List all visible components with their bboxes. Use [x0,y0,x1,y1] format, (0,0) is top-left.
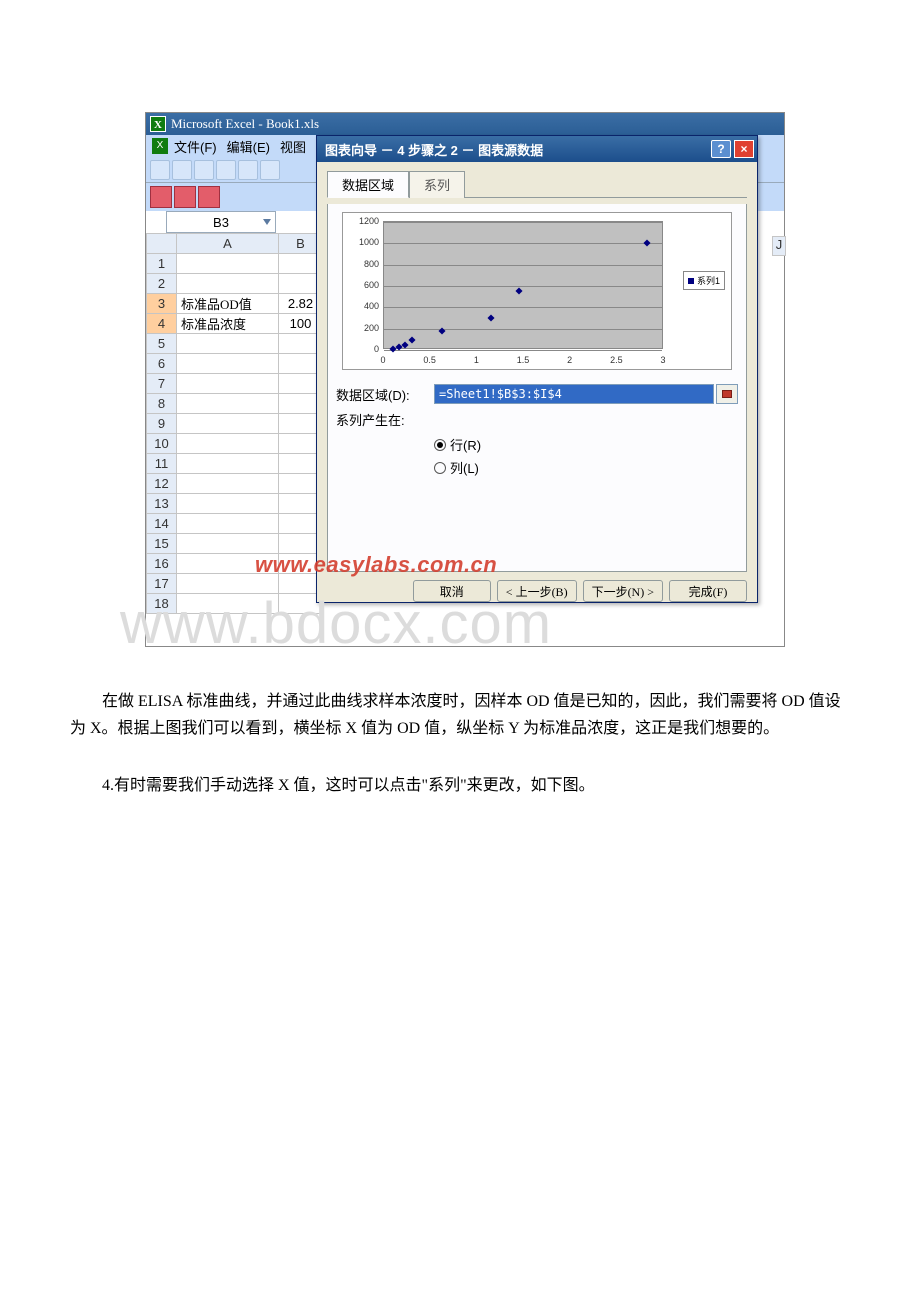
data-point [516,288,523,295]
tab-data-range[interactable]: 数据区域 [327,171,409,198]
name-box[interactable]: B3 [166,211,276,233]
row-header[interactable]: 12 [147,474,177,494]
grid-corner[interactable] [147,234,177,254]
finish-button[interactable]: 完成(F) [669,580,747,602]
dialog-buttons: 取消 < 上一步(B) 下一步(N) > 完成(F) [327,580,747,602]
row-header[interactable]: 14 [147,514,177,534]
row-header[interactable]: 11 [147,454,177,474]
y-tick: 1000 [351,237,379,247]
row-header[interactable]: 9 [147,414,177,434]
x-tick: 1.5 [517,355,530,365]
dialog-tabs: 数据区域 系列 [327,170,747,198]
paragraph-1: 在做 ELISA 标准曲线，并通过此曲线求样本浓度时，因样本 OD 值是已知的，… [70,688,850,742]
next-button[interactable]: 下一步(N) > [583,580,663,602]
x-tick: 3 [660,355,665,365]
range-label: 数据区域(D): [336,385,434,404]
row-header[interactable]: 7 [147,374,177,394]
paragraph-2: 4.有时需要我们手动选择 X 值，这时可以点击"系列"来更改，如下图。 [70,772,850,799]
chart-wizard-dialog: 图表向导 － 4 步骤之 2 － 图表源数据 ? × 数据区域 系列 系列1 0… [316,135,758,603]
tab-panel: 系列1 0 200 400 600 800 1000 1200 0 0.5 1 1.5 2 2.5 3 数… [327,204,747,572]
radio-col-option[interactable]: 列(L) [434,458,738,477]
row-header[interactable]: 13 [147,494,177,514]
y-tick: 200 [351,323,379,333]
tb-open-icon[interactable] [172,160,192,180]
series-in-label: 系列产生在: [336,410,434,429]
cell-a4[interactable]: 标准品浓度 [177,314,279,334]
tb-spell-icon[interactable] [260,160,280,180]
y-tick: 800 [351,259,379,269]
plot-area [383,221,663,349]
row-header[interactable]: 1 [147,254,177,274]
y-tick: 0 [351,344,379,354]
chart-legend: 系列1 [683,271,725,290]
row-header[interactable]: 6 [147,354,177,374]
excel-icon: X [150,116,166,132]
x-tick: 2.5 [610,355,623,365]
dialog-title: 图表向导 － 4 步骤之 2 － 图表源数据 [325,140,543,159]
menu-edit[interactable]: 编辑(E) [227,137,270,156]
excel-titlebar: X Microsoft Excel - Book1.xls [146,113,784,135]
menubar-icon: X [152,138,168,154]
tb-print-icon[interactable] [216,160,236,180]
data-point [644,240,651,247]
data-point [488,314,495,321]
range-picker-icon [722,390,732,398]
tb2-icon-1[interactable] [150,186,172,208]
close-button[interactable]: × [734,140,754,158]
tab-series[interactable]: 系列 [409,171,465,198]
radio-icon [434,439,446,451]
row-header[interactable]: 18 [147,594,177,614]
dialog-titlebar[interactable]: 图表向导 － 4 步骤之 2 － 图表源数据 ? × [317,136,757,162]
chart-preview: 系列1 0 200 400 600 800 1000 1200 0 0.5 1 1.5 2 2.5 3 [342,212,732,370]
help-button[interactable]: ? [711,140,731,158]
data-point [408,337,415,344]
tb2-icon-3[interactable] [198,186,220,208]
y-tick: 600 [351,280,379,290]
cell-a3[interactable]: 标准品OD值 [177,294,279,314]
row-header[interactable]: 17 [147,574,177,594]
y-tick: 400 [351,301,379,311]
watermark-easylabs: www.easylabs.com.cn [255,552,497,578]
menu-file[interactable]: 文件(F) [174,137,217,156]
range-picker-button[interactable] [716,384,738,404]
col-header-j[interactable]: J [772,236,786,256]
row-header[interactable]: 3 [147,294,177,314]
row-header[interactable]: 15 [147,534,177,554]
tb-new-icon[interactable] [150,160,170,180]
radio-icon [434,462,446,474]
x-tick: 0 [380,355,385,365]
x-tick: 2 [567,355,572,365]
row-header[interactable]: 5 [147,334,177,354]
tb-save-icon[interactable] [194,160,214,180]
legend-swatch [688,278,694,284]
x-tick: 1 [474,355,479,365]
radio-row-option[interactable]: 行(R) [434,435,738,454]
row-header[interactable]: 4 [147,314,177,334]
back-button[interactable]: < 上一步(B) [497,580,577,602]
x-tick: 0.5 [423,355,436,365]
excel-title: Microsoft Excel - Book1.xls [171,116,319,132]
row-header[interactable]: 2 [147,274,177,294]
tb2-icon-2[interactable] [174,186,196,208]
menu-view[interactable]: 视图 [280,137,306,156]
row-header[interactable]: 8 [147,394,177,414]
col-header-a[interactable]: A [177,234,279,254]
row-header[interactable]: 16 [147,554,177,574]
tb-preview-icon[interactable] [238,160,258,180]
data-range-input[interactable] [434,384,714,404]
y-tick: 1200 [351,216,379,226]
row-header[interactable]: 10 [147,434,177,454]
cancel-button[interactable]: 取消 [413,580,491,602]
